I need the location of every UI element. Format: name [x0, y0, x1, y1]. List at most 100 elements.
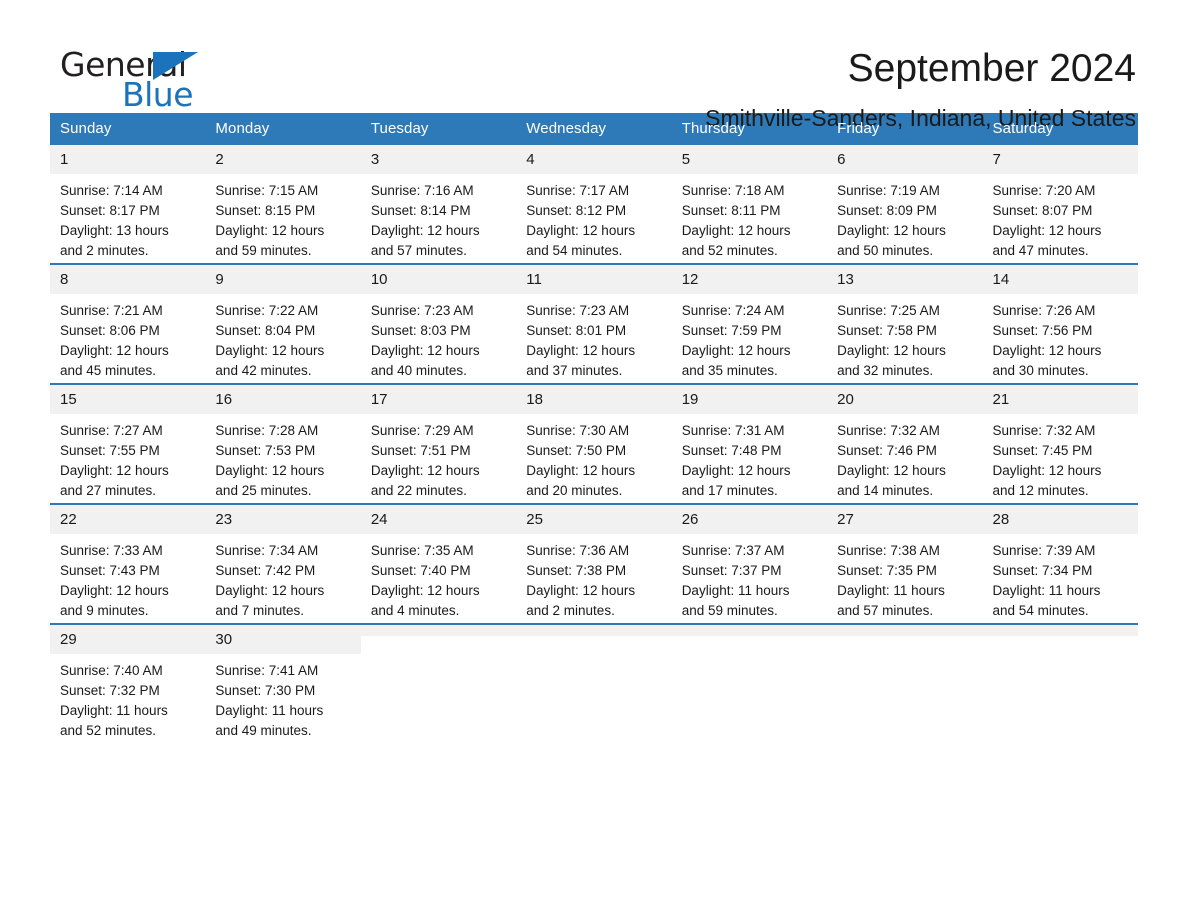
day-cell[interactable]: 8 Sunrise: 7:21 AM Sunset: 8:06 PM Daylight…	[50, 263, 206, 384]
day-cell[interactable]: 7 Sunrise: 7:20 AM Sunset: 8:07 PM Daylight…	[982, 145, 1138, 264]
sunrise-text: Sunrise: 7:41 AM	[215, 663, 319, 678]
day-cell[interactable]: 30 Sunrise: 7:41 AM Sunset: 7:30 PM Dayligh…	[205, 623, 361, 743]
day-number	[360, 625, 517, 636]
day-cell[interactable]: 22 Sunrise: 7:33 AM Sunset: 7:43 PM Dayligh…	[50, 503, 206, 624]
daylight-text-line2: and 54 minutes.	[526, 243, 623, 258]
sunrise-text: Sunrise: 7:35 AM	[370, 543, 474, 558]
day-number: 21	[982, 385, 1138, 414]
day-details: Sunrise: 7:35 AM Sunset: 7:40 PM Daylight:…	[361, 534, 516, 621]
daylight-text-line1: Daylight: 12 hours	[370, 223, 480, 238]
day-cell[interactable]: 16 Sunrise: 7:28 AM Sunset: 7:53 PM Dayligh…	[205, 383, 361, 504]
daylight-text-line2: and 42 minutes.	[215, 363, 312, 378]
day-cell[interactable]: 6 Sunrise: 7:19 AM Sunset: 8:09 PM Daylight…	[827, 145, 983, 264]
weekday-header-monday: Monday	[205, 113, 361, 145]
day-number: 5	[671, 145, 828, 174]
day-details: Sunrise: 7:24 AM Sunset: 7:59 PM Daylight:…	[672, 294, 827, 381]
daylight-text-line1: Daylight: 12 hours	[992, 343, 1102, 358]
sunrise-text: Sunrise: 7:20 AM	[992, 183, 1096, 198]
sunrise-text: Sunrise: 7:27 AM	[60, 423, 163, 438]
day-number: 9	[205, 265, 361, 294]
day-details: Sunrise: 7:15 AM Sunset: 8:15 PM Daylight:…	[205, 174, 360, 261]
sunrise-text: Sunrise: 7:17 AM	[526, 183, 630, 198]
day-cell[interactable]: 28 Sunrise: 7:39 AM Sunset: 7:34 PM Dayligh…	[982, 503, 1138, 624]
sunset-text: Sunset: 7:37 PM	[681, 563, 782, 578]
day-number: 30	[205, 625, 361, 654]
sunrise-text: Sunrise: 7:23 AM	[526, 303, 630, 318]
day-details: Sunrise: 7:38 AM Sunset: 7:35 PM Daylight:…	[827, 534, 982, 621]
daylight-text-line1: Daylight: 12 hours	[60, 343, 169, 358]
day-cell[interactable]: 17 Sunrise: 7:29 AM Sunset: 7:51 PM Dayligh…	[360, 383, 517, 504]
day-details: Sunrise: 7:34 AM Sunset: 7:42 PM Daylight:…	[205, 534, 360, 621]
day-cell[interactable]: 15 Sunrise: 7:27 AM Sunset: 7:55 PM Dayligh…	[50, 383, 206, 504]
calendar-page: General Blue September 2024 Smithville-S…	[0, 0, 1188, 918]
sunset-text: Sunset: 7:53 PM	[215, 443, 316, 458]
daylight-text-line1: Daylight: 12 hours	[215, 463, 325, 478]
weekday-header-wednesday: Wednesday	[516, 113, 672, 145]
day-cell[interactable]: 23 Sunrise: 7:34 AM Sunset: 7:42 PM Dayligh…	[205, 503, 361, 624]
day-cell[interactable]: 5 Sunrise: 7:18 AM Sunset: 8:11 PM Daylight…	[671, 145, 828, 264]
sunset-text: Sunset: 7:30 PM	[215, 683, 316, 698]
sunrise-text: Sunrise: 7:24 AM	[681, 303, 785, 318]
calendar-week-row: 15 Sunrise: 7:27 AM Sunset: 7:55 PM Dayligh…	[50, 383, 1138, 504]
day-number: 14	[982, 265, 1138, 294]
day-cell[interactable]: 12 Sunrise: 7:24 AM Sunset: 7:59 PM Dayligh…	[671, 263, 828, 384]
weekday-header-sunday: Sunday	[50, 113, 206, 145]
daylight-text-line1: Daylight: 11 hours	[215, 703, 324, 718]
daylight-text-line1: Daylight: 12 hours	[370, 463, 480, 478]
daylight-text-line1: Daylight: 12 hours	[992, 463, 1102, 478]
daylight-text-line2: and 50 minutes.	[837, 243, 934, 258]
daylight-text-line1: Daylight: 12 hours	[681, 343, 791, 358]
day-cell[interactable]: 11 Sunrise: 7:23 AM Sunset: 8:01 PM Dayligh…	[516, 263, 672, 384]
sunrise-text: Sunrise: 7:36 AM	[526, 543, 630, 558]
daylight-text-line2: and 59 minutes.	[681, 603, 778, 618]
day-cell[interactable]: 10 Sunrise: 7:23 AM Sunset: 8:03 PM Dayligh…	[360, 263, 517, 384]
day-number: 12	[671, 265, 828, 294]
day-cell[interactable]: 19 Sunrise: 7:31 AM Sunset: 7:48 PM Dayligh…	[671, 383, 828, 504]
day-cell[interactable]: 13 Sunrise: 7:25 AM Sunset: 7:58 PM Dayligh…	[827, 263, 983, 384]
day-cell[interactable]: 2 Sunrise: 7:15 AM Sunset: 8:15 PM Daylight…	[205, 145, 361, 264]
daylight-text-line1: Daylight: 12 hours	[370, 343, 480, 358]
sunset-text: Sunset: 7:45 PM	[992, 443, 1093, 458]
day-cell[interactable]: 4 Sunrise: 7:17 AM Sunset: 8:12 PM Daylight…	[516, 145, 672, 264]
sunset-text: Sunset: 8:07 PM	[992, 203, 1093, 218]
sunset-text: Sunset: 8:04 PM	[215, 323, 316, 338]
daylight-text-line1: Daylight: 12 hours	[215, 343, 325, 358]
calendar-week-row: 8 Sunrise: 7:21 AM Sunset: 8:06 PM Daylight…	[50, 263, 1138, 384]
day-cell[interactable]: 20 Sunrise: 7:32 AM Sunset: 7:46 PM Dayligh…	[827, 383, 983, 504]
day-cell[interactable]: 18 Sunrise: 7:30 AM Sunset: 7:50 PM Dayligh…	[516, 383, 672, 504]
day-cell[interactable]: 9 Sunrise: 7:22 AM Sunset: 8:04 PM Daylight…	[205, 263, 361, 384]
day-cell[interactable]: 14 Sunrise: 7:26 AM Sunset: 7:56 PM Dayligh…	[982, 263, 1138, 384]
sunset-text: Sunset: 7:50 PM	[526, 443, 627, 458]
sunrise-text: Sunrise: 7:28 AM	[215, 423, 319, 438]
day-details: Sunrise: 7:40 AM Sunset: 7:32 PM Daylight:…	[50, 654, 205, 741]
daylight-text-line2: and 14 minutes.	[837, 483, 934, 498]
sunrise-text: Sunrise: 7:32 AM	[992, 423, 1096, 438]
day-number: 24	[360, 505, 517, 534]
daylight-text-line1: Daylight: 12 hours	[526, 583, 636, 598]
sunrise-text: Sunrise: 7:33 AM	[60, 543, 163, 558]
logo-text-blue: Blue	[122, 75, 194, 114]
sunset-text: Sunset: 7:46 PM	[837, 443, 937, 458]
daylight-text-line1: Daylight: 12 hours	[526, 463, 636, 478]
day-cell[interactable]: 29 Sunrise: 7:40 AM Sunset: 7:32 PM Dayligh…	[50, 623, 206, 743]
page-header: General Blue September 2024 Smithville-S…	[50, 0, 1138, 131]
day-cell[interactable]: 21 Sunrise: 7:32 AM Sunset: 7:45 PM Dayligh…	[982, 383, 1138, 504]
daylight-text-line1: Daylight: 12 hours	[370, 583, 480, 598]
sunrise-text: Sunrise: 7:14 AM	[60, 183, 163, 198]
daylight-text-line2: and 37 minutes.	[526, 363, 623, 378]
general-blue-logo[interactable]: General Blue	[50, 46, 250, 116]
day-cell[interactable]: 3 Sunrise: 7:16 AM Sunset: 8:14 PM Daylight…	[360, 145, 517, 264]
daylight-text-line1: Daylight: 12 hours	[526, 343, 636, 358]
day-number: 25	[516, 505, 672, 534]
sunrise-text: Sunrise: 7:26 AM	[992, 303, 1096, 318]
day-cell[interactable]: 27 Sunrise: 7:38 AM Sunset: 7:35 PM Dayligh…	[827, 503, 983, 624]
day-cell[interactable]: 26 Sunrise: 7:37 AM Sunset: 7:37 PM Dayligh…	[671, 503, 828, 624]
daylight-text-line2: and 7 minutes.	[215, 603, 304, 618]
day-cell[interactable]: 25 Sunrise: 7:36 AM Sunset: 7:38 PM Dayligh…	[516, 503, 672, 624]
calendar-week-row: 1 Sunrise: 7:14 AM Sunset: 8:17 PM Daylight…	[50, 145, 1138, 264]
day-cell[interactable]: 24 Sunrise: 7:35 AM Sunset: 7:40 PM Dayligh…	[360, 503, 517, 624]
sunset-text: Sunset: 8:06 PM	[60, 323, 160, 338]
day-cell[interactable]: 1 Sunrise: 7:14 AM Sunset: 8:17 PM Daylight…	[50, 145, 206, 264]
day-number: 27	[827, 505, 983, 534]
day-details: Sunrise: 7:17 AM Sunset: 8:12 PM Daylight:…	[516, 174, 671, 261]
